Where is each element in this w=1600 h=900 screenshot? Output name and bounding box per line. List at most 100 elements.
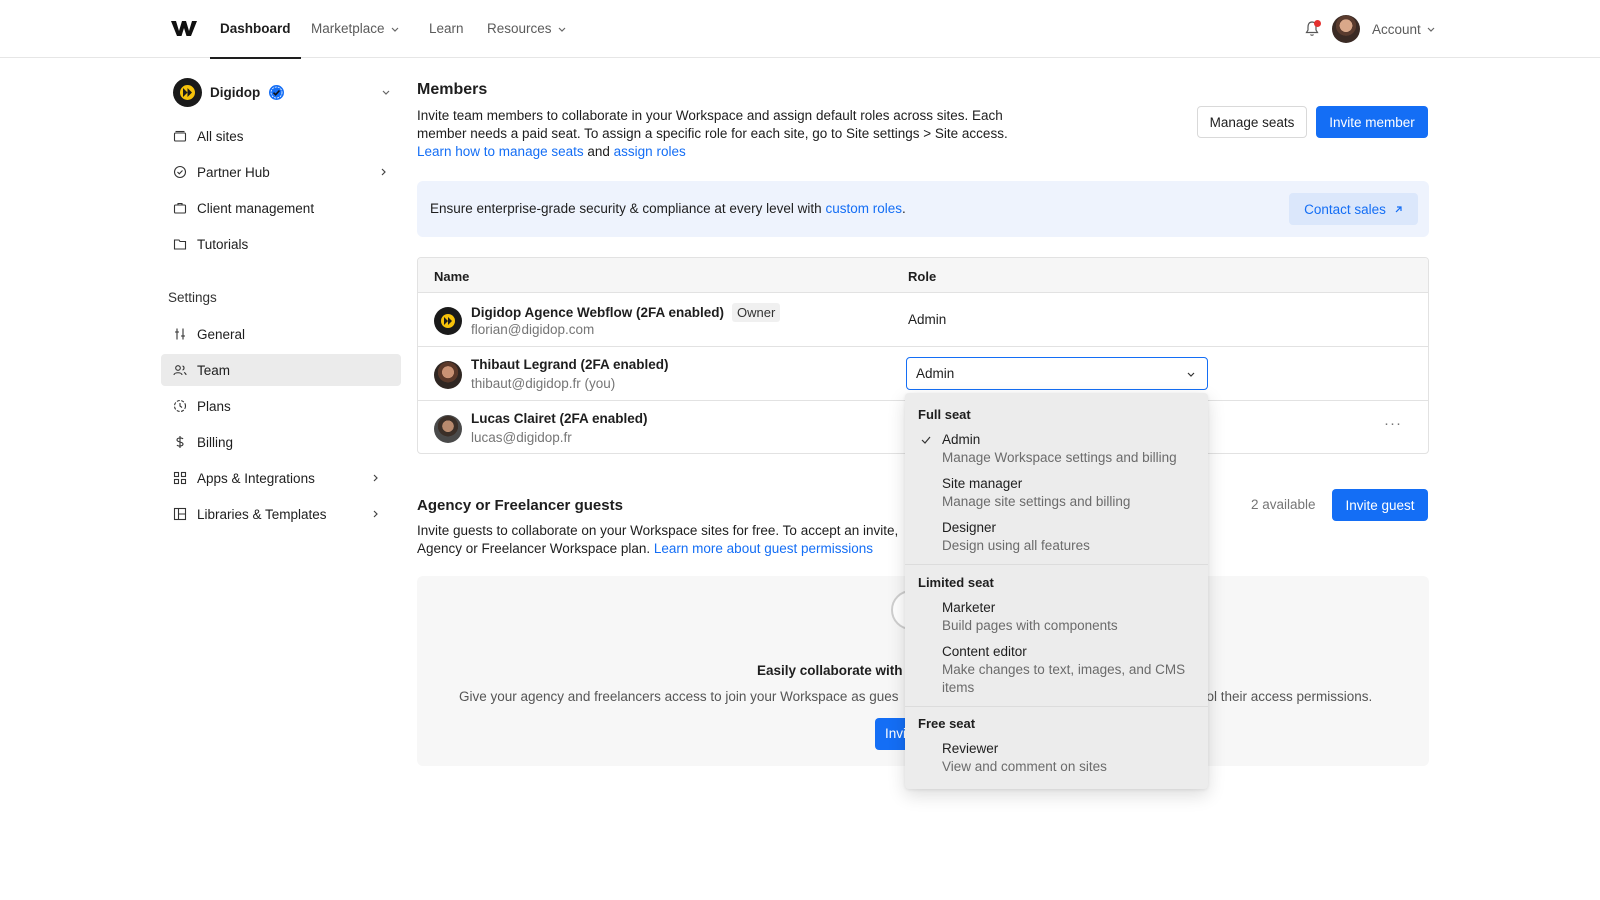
member-name: Thibaut Legrand (2FA enabled) [471,357,669,372]
member-name-text: Digidop Agence Webflow (2FA enabled) [471,305,725,320]
custom-roles-banner: Ensure enterprise-grade security & compl… [417,181,1429,237]
option-description: Make changes to text, images, and CMS it… [942,662,1186,695]
nav-resources-label: Resources [487,21,552,36]
empty-desc-left: Give your agency and freelancers access … [459,689,899,704]
option-description: Build pages with components [942,618,1118,633]
contact-sales-label: Contact sales [1304,201,1386,217]
nav-resources[interactable]: Resources [487,0,566,58]
table-row: Digidop Agence Webflow (2FA enabled) Own… [418,293,1428,347]
nav-marketplace[interactable]: Marketplace [311,0,399,58]
chevron-down-icon [558,27,565,32]
role-option-content-editor[interactable]: Content editor Make changes to text, ima… [942,643,1202,697]
member-avatar [434,415,462,443]
option-title: Reviewer [942,741,999,756]
empty-state-description: Give your agency and freelancers access … [459,689,898,704]
chevron-right-icon [373,510,378,518]
members-description: Invite team members to collaborate in yo… [417,107,1017,161]
sidebar-item-label: Partner Hub [197,164,270,180]
check-icon [921,436,931,444]
invite-member-button[interactable]: Invite member [1316,106,1428,138]
account-menu[interactable]: Account [1372,0,1435,58]
members-description-text: Invite team members to collaborate in yo… [417,108,1008,141]
guest-permissions-link[interactable]: Learn more about guest permissions [654,541,873,556]
member-email: lucas@digidop.fr [471,430,572,445]
sidebar-item-general[interactable]: General [161,318,401,350]
workspace-name: Digidop [210,84,261,100]
empty-desc-right: rol their access permissions. [1202,689,1373,704]
sidebar-item-label: Tutorials [197,236,249,252]
library-icon [173,507,187,521]
members-title: Members [417,81,488,98]
sidebar-item-label: Client management [197,200,315,216]
sidebar-item-label: Team [197,362,231,378]
role-option-reviewer[interactable]: Reviewer View and comment on sites [942,740,1202,776]
manage-seats-button[interactable]: Manage seats [1197,106,1307,138]
sidebar-item-libraries-templates[interactable]: Libraries & Templates [161,498,401,530]
contact-sales-button[interactable]: Contact sales [1289,193,1418,225]
sidebar-item-tutorials[interactable]: Tutorials [161,228,401,260]
apps-icon [173,471,187,485]
workspace-switcher[interactable]: Digidop [173,77,396,107]
sidebar-item-label: All sites [197,128,244,144]
sidebar-item-team[interactable]: Team [161,354,401,386]
option-title: Content editor [942,644,1027,659]
nav-learn-label: Learn [429,21,464,36]
role-select-value: Admin [916,366,955,381]
sidebar-item-partner-hub[interactable]: Partner Hub [161,156,401,188]
option-title: Site manager [942,476,1023,491]
webflow-logo-icon[interactable] [171,19,197,37]
sidebar-item-label: Libraries & Templates [197,506,327,522]
role-option-admin[interactable]: Admin Manage Workspace settings and bill… [942,431,1202,467]
sidebar-item-plans[interactable]: Plans [161,390,401,422]
settings-heading: Settings [168,290,217,305]
sidebar-item-apps-integrations[interactable]: Apps & Integrations [161,462,401,494]
plans-icon [173,399,187,413]
sidebar-item-all-sites[interactable]: All sites [161,120,401,152]
role-option-site-manager[interactable]: Site manager Manage site settings and bi… [942,475,1202,511]
member-email: florian@digidop.com [471,322,595,337]
member-avatar [434,307,462,335]
manage-seats-link[interactable]: Learn how to manage seats [417,144,584,159]
forward-icon [444,317,452,325]
book-icon [173,239,187,250]
column-header-role: Role [908,269,937,284]
user-avatar[interactable] [1332,15,1360,43]
workspace-logo [173,77,202,107]
members-description-and: and [587,144,610,159]
assign-roles-link[interactable]: assign roles [614,144,686,159]
verified-badge-icon [269,84,285,100]
dropdown-divider [905,564,1208,565]
guests-title: Agency or Freelancer guests [417,497,623,514]
dollar-icon [176,436,184,448]
custom-roles-link[interactable]: custom roles [825,201,902,216]
banner-period: . [901,201,906,216]
more-options-icon[interactable]: ··· [1384,415,1402,432]
chevron-down-icon [1427,27,1435,32]
option-description: Design using all features [942,538,1090,553]
option-description: View and comment on sites [942,759,1107,774]
role-select[interactable]: Admin [906,357,1208,390]
nav-dashboard[interactable]: Dashboard [210,0,300,59]
nav-dashboard-label: Dashboard [220,21,291,36]
invite-guest-button[interactable]: Invite guest [1332,489,1428,521]
notification-dot [1314,20,1321,27]
member-email: thibaut@digidop.fr (you) [471,376,616,391]
group-limited-seat: Limited seat [918,575,994,590]
member-name: Digidop Agence Webflow (2FA enabled) Own… [471,303,781,322]
chevron-down-icon [1187,372,1195,377]
empty-state-title: Easily collaborate with y [757,663,914,678]
briefcase-icon [173,202,187,214]
owner-badge: Owner [732,303,781,322]
role-option-marketer[interactable]: Marketer Build pages with components [942,599,1202,635]
table-header: Name Role [418,258,1428,293]
forward-icon [183,87,192,97]
available-seats-count: 2 available [1251,497,1316,512]
role-option-designer[interactable]: Designer Design using all features [942,519,1202,555]
chevron-down-icon [382,90,390,95]
top-navigation: Dashboard Marketplace Learn Resources Ac… [0,0,1600,59]
nav-learn[interactable]: Learn [429,0,464,58]
member-role: Admin [908,312,947,327]
sidebar-item-client-management[interactable]: Client management [161,192,401,224]
sidebar-item-billing[interactable]: Billing [161,426,401,458]
chevron-right-icon [373,474,378,482]
